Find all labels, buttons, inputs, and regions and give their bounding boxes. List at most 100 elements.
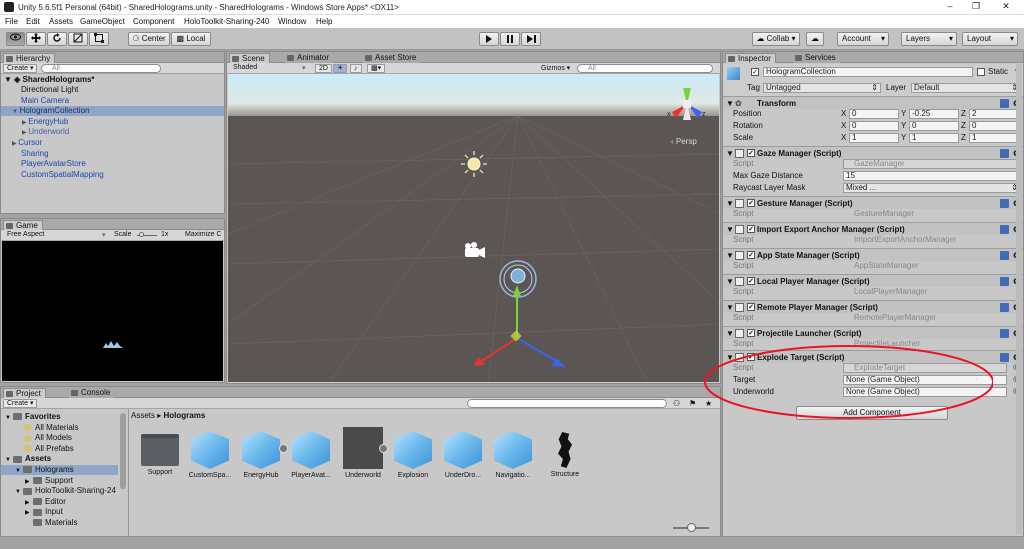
inspector-scrollbar[interactable] xyxy=(1016,64,1022,534)
hierarchy-item[interactable]: Main Camera xyxy=(1,96,224,106)
project-tree-item[interactable]: ▼ Holograms xyxy=(1,465,118,475)
shading-dropdown[interactable]: Shaded xyxy=(233,64,257,71)
tab-asset-store[interactable]: Asset Store xyxy=(363,53,421,63)
transform-x-input[interactable]: 0 xyxy=(849,121,899,131)
help-book-icon[interactable] xyxy=(1000,329,1009,338)
close-button[interactable]: ✕ xyxy=(996,1,1016,13)
prefab-expand-toggle[interactable] xyxy=(379,444,388,453)
raycast-layer-mask-dropdown[interactable]: Mixed ... ⇕ xyxy=(843,183,1021,193)
transform-z-input[interactable]: 0 xyxy=(969,121,1019,131)
asset-item[interactable]: CustomSpa... xyxy=(186,431,234,481)
scene-audio-toggle[interactable]: ♪ xyxy=(350,64,362,73)
tab-animator[interactable]: Animator xyxy=(285,53,334,63)
filter-type-icon[interactable]: ⚇ xyxy=(673,399,680,408)
menu-file[interactable]: File xyxy=(5,17,18,26)
help-book-icon[interactable] xyxy=(1000,225,1009,234)
expand-arrow-icon[interactable]: ▶ xyxy=(25,498,33,508)
transform-x-input[interactable]: 1 xyxy=(849,133,899,143)
component-enabled-checkbox[interactable]: ✓ xyxy=(747,225,755,233)
menu-gameobject[interactable]: GameObject xyxy=(80,17,125,26)
layers-dropdown[interactable]: Layers ▾ xyxy=(901,32,957,46)
minimize-button[interactable]: – xyxy=(940,1,960,13)
collab-dropdown[interactable]: ☁ Collab ▾ xyxy=(752,32,800,46)
maximize-button[interactable]: ❐ xyxy=(966,1,986,13)
pause-button[interactable] xyxy=(500,32,520,46)
rect-tool-button[interactable] xyxy=(89,32,109,46)
hierarchy-create-button[interactable]: Create ▾ xyxy=(3,64,38,73)
expand-arrow-icon[interactable]: ▼ xyxy=(15,487,23,497)
project-tree-item[interactable]: All Materials xyxy=(1,423,118,433)
game-viewport[interactable] xyxy=(2,241,223,381)
cloud-services-button[interactable]: ☁ xyxy=(806,32,824,46)
tag-dropdown[interactable]: Untagged ⇕ xyxy=(763,83,881,93)
scene-viewport[interactable]: x z ‹ Persp xyxy=(228,74,719,382)
aspect-dropdown[interactable]: Free Aspect xyxy=(7,231,44,238)
component-enabled-checkbox[interactable]: ✓ xyxy=(747,329,755,337)
static-checkbox[interactable] xyxy=(977,68,985,76)
hierarchy-item[interactable]: Sharing xyxy=(1,149,224,159)
gaze-manager-enabled-checkbox[interactable]: ✓ xyxy=(747,149,755,157)
hierarchy-item[interactable]: ▶ EnergyHub xyxy=(1,117,224,127)
asset-item[interactable]: Explosion xyxy=(389,431,437,481)
play-button[interactable] xyxy=(479,32,499,46)
scale-tool-button[interactable] xyxy=(68,32,88,46)
tab-project[interactable]: Project xyxy=(3,388,46,398)
help-book-icon[interactable] xyxy=(1000,277,1009,286)
tab-game[interactable]: Game xyxy=(3,220,43,230)
component-enabled-checkbox[interactable]: ✓ xyxy=(747,303,755,311)
layer-dropdown[interactable]: Default ⇕ xyxy=(911,83,1021,93)
tab-hierarchy[interactable]: Hierarchy xyxy=(3,53,56,63)
object-active-checkbox[interactable]: ✓ xyxy=(751,68,759,76)
project-tree-item[interactable]: ▼ Assets xyxy=(1,454,118,464)
help-book-icon[interactable] xyxy=(1000,199,1009,208)
hierarchy-item[interactable]: PlayerAvatarStore xyxy=(1,159,224,169)
component-enabled-checkbox[interactable]: ✓ xyxy=(747,199,755,207)
expand-arrow-icon[interactable]: ▼ xyxy=(5,455,13,465)
asset-item[interactable]: Structure xyxy=(541,431,589,481)
view-tool-button[interactable] xyxy=(6,32,25,46)
tab-console[interactable]: Console xyxy=(69,388,115,398)
pivot-center-button[interactable]: ⚆ Center xyxy=(128,32,170,46)
project-tree-item[interactable]: ▼ HoloToolkit-Sharing-24 xyxy=(1,486,118,496)
transform-y-input[interactable]: -0.25 xyxy=(909,109,959,119)
project-tree-item[interactable]: ▶ Support xyxy=(1,476,118,486)
gizmos-dropdown[interactable]: Gizmos ▾ xyxy=(541,64,570,72)
menu-holotoolkit[interactable]: HoloToolkit-Sharing-240 xyxy=(184,17,269,26)
asset-item[interactable]: Navigatio... xyxy=(489,431,537,481)
step-button[interactable] xyxy=(521,32,541,46)
tree-scrollbar[interactable] xyxy=(120,413,126,489)
project-tree-item[interactable]: All Models xyxy=(1,433,118,443)
menu-window[interactable]: Window xyxy=(278,17,306,26)
menu-help[interactable]: Help xyxy=(316,17,332,26)
asset-item[interactable]: Underworld xyxy=(339,427,387,481)
transform-y-input[interactable]: 0 xyxy=(909,121,959,131)
menu-edit[interactable]: Edit xyxy=(26,17,40,26)
move-tool-button[interactable] xyxy=(26,32,46,46)
hierarchy-item[interactable]: ▶ Cursor xyxy=(1,138,224,148)
asset-item[interactable]: EnergyHub xyxy=(237,431,285,481)
project-tree-item[interactable]: ▶ Editor xyxy=(1,497,118,507)
expand-arrow-icon[interactable]: ▼ xyxy=(5,413,13,423)
hierarchy-scene-root[interactable]: ▼ ◈ SharedHolograms* xyxy=(1,75,224,85)
space-local-button[interactable]: ▩ Local xyxy=(171,32,211,46)
help-book-icon[interactable] xyxy=(1000,251,1009,260)
project-tree-item[interactable]: Materials xyxy=(1,518,118,528)
hierarchy-search-input[interactable]: All xyxy=(41,64,161,73)
tab-inspector[interactable]: Inspector xyxy=(725,53,776,63)
transform-z-input[interactable]: 2 xyxy=(969,109,1019,119)
scene-lighting-toggle[interactable]: ☀ xyxy=(333,64,348,73)
project-create-button[interactable]: Create ▾ xyxy=(3,399,38,408)
account-dropdown[interactable]: Account ▾ xyxy=(837,32,889,46)
breadcrumb-assets[interactable]: Assets xyxy=(131,411,155,420)
icon-size-slider-handle[interactable] xyxy=(687,523,696,532)
prefab-expand-toggle[interactable] xyxy=(279,444,288,453)
tab-scene[interactable]: Scene xyxy=(229,53,270,63)
tab-services[interactable]: Services xyxy=(793,53,840,63)
scene-effects-dropdown[interactable]: ▩▾ xyxy=(367,64,386,73)
expand-arrow-icon[interactable]: ▶ xyxy=(25,508,33,518)
project-tree-item[interactable]: ▶ Input xyxy=(1,507,118,517)
scale-slider-handle[interactable] xyxy=(139,232,144,237)
object-name-field[interactable]: HologramCollection xyxy=(763,67,973,77)
hierarchy-item[interactable]: ▶ Underworld xyxy=(1,127,224,137)
project-search-input[interactable] xyxy=(467,399,667,408)
